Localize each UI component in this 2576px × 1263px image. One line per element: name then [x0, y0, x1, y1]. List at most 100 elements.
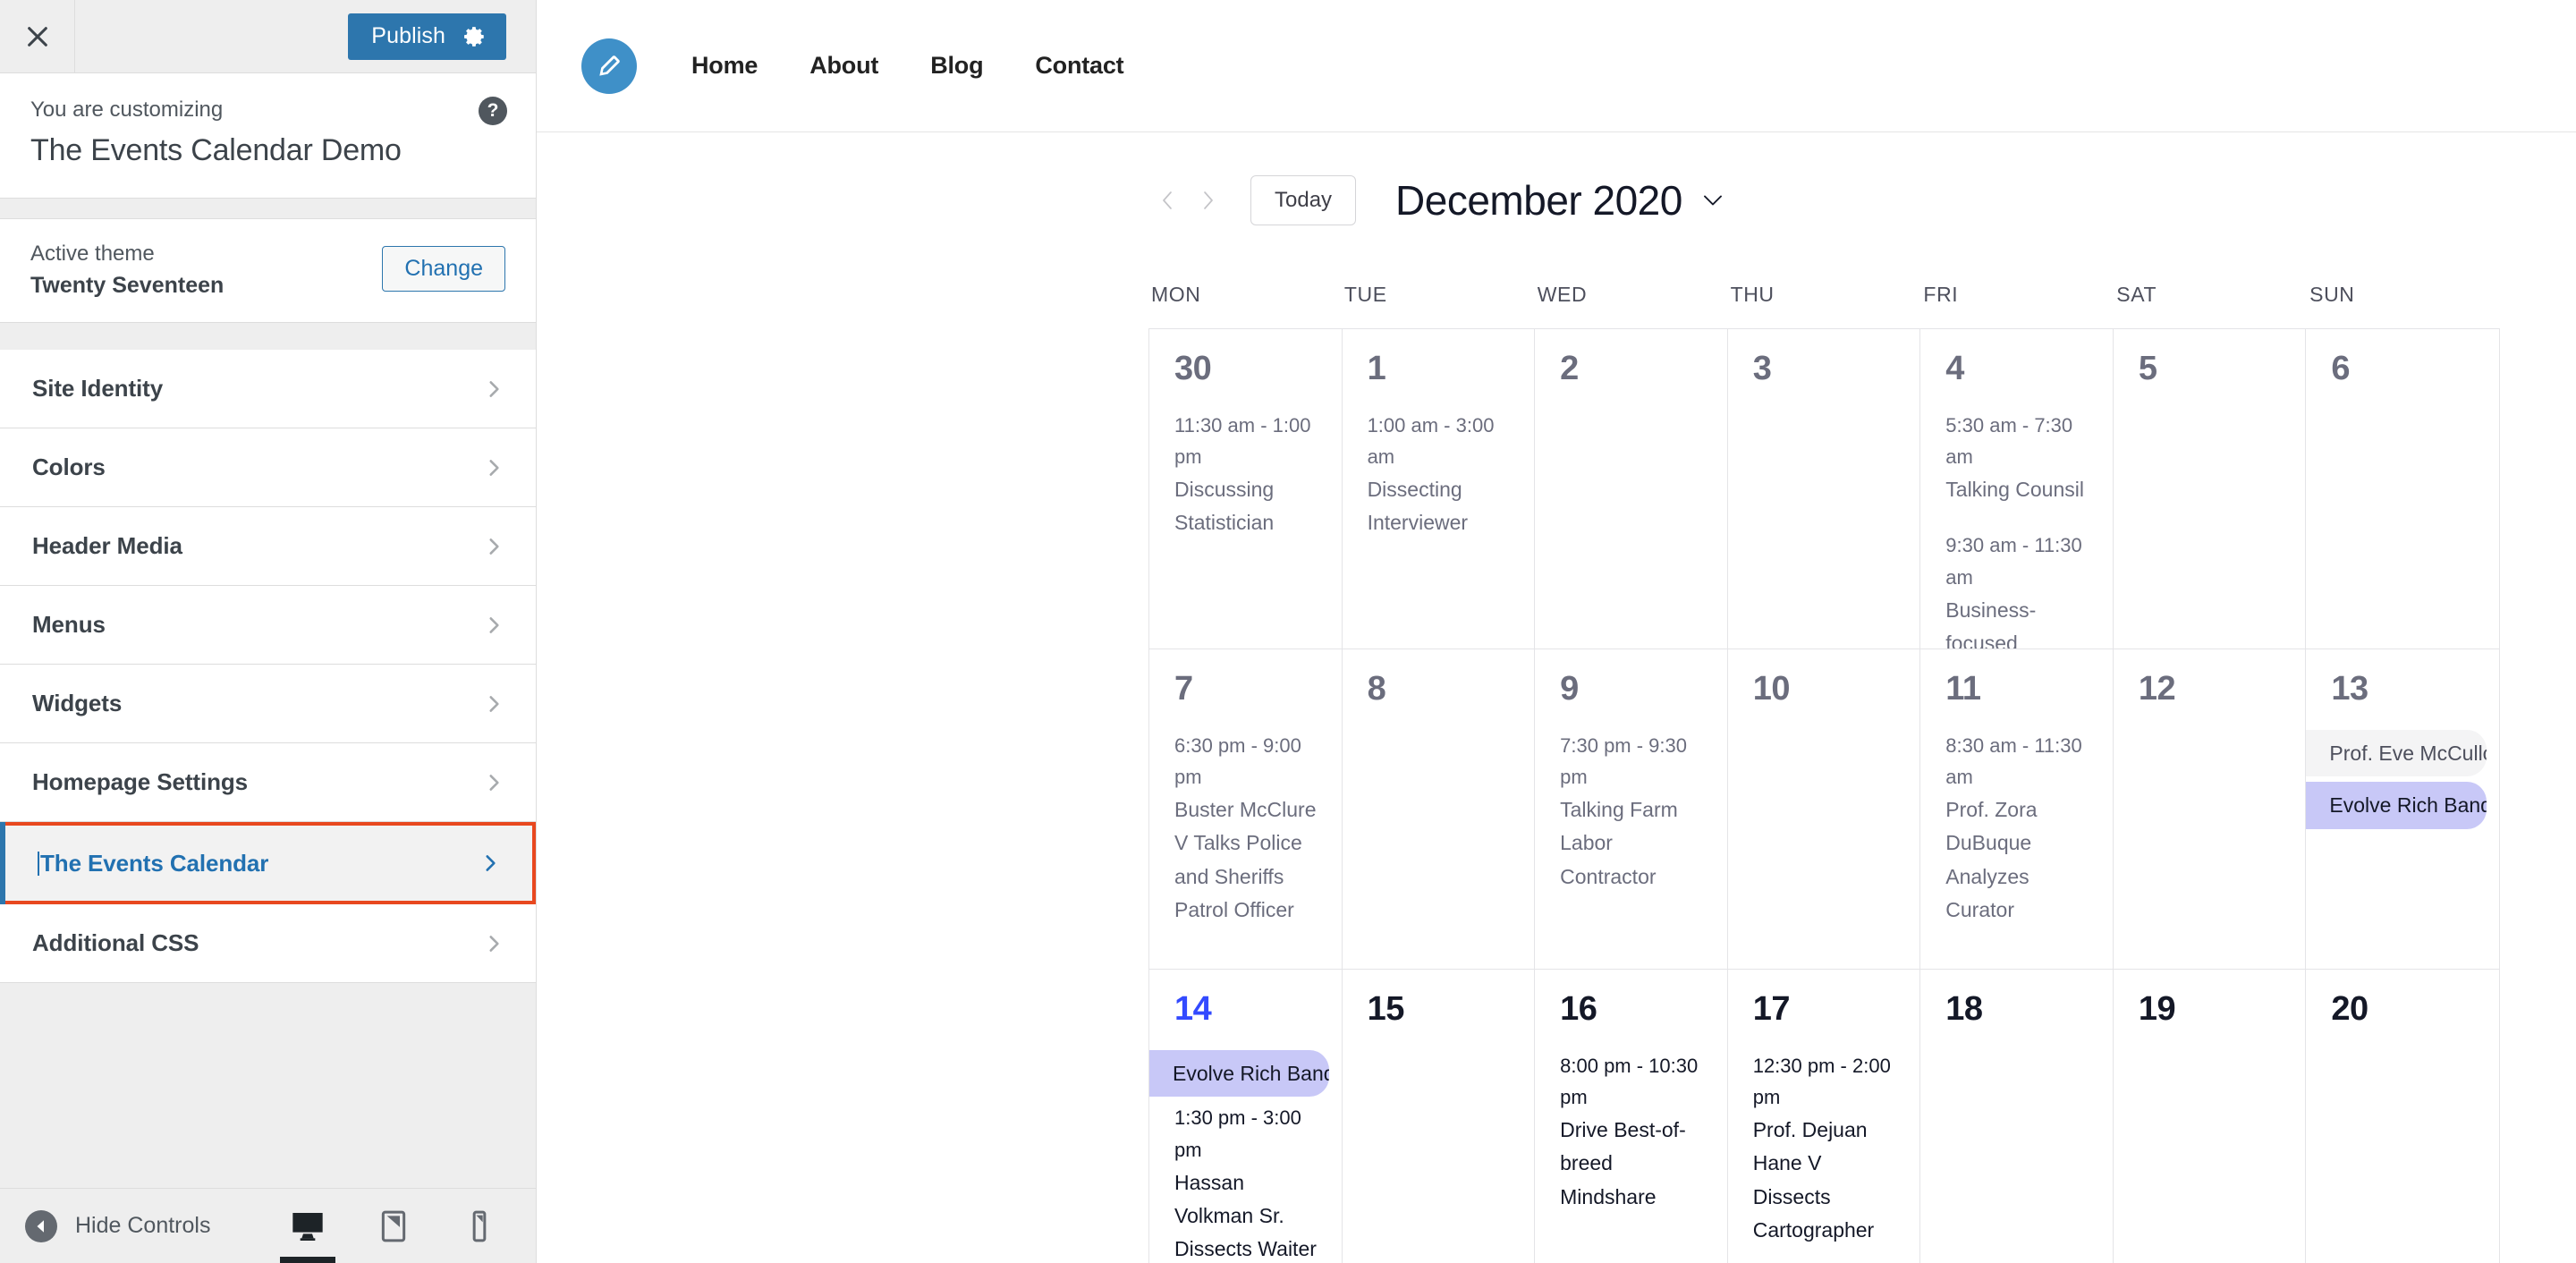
sidebar-item-label: Colors: [32, 453, 106, 481]
calendar-event[interactable]: 1:30 pm - 3:00 pm Hassan Volkman Sr. Diss…: [1149, 1102, 1342, 1263]
event-time: 12:30 pm - 2:00 pm: [1752, 1054, 1891, 1109]
calendar-day-number: 4: [1945, 350, 1964, 387]
chevron-right-icon[interactable]: [1188, 185, 1227, 216]
sidebar-item-site-identity[interactable]: Site Identity: [0, 350, 536, 429]
active-theme-label: Active theme: [30, 242, 155, 267]
nav-link-blog[interactable]: Blog: [904, 52, 1009, 80]
calendar-day-number: 11: [1945, 670, 1981, 708]
calendar-day-cell[interactable]: 15: [1343, 970, 1536, 1263]
event-time: 8:00 pm - 10:30 pm: [1560, 1054, 1699, 1109]
calendar-day-cell[interactable]: 1 1:00 am - 3:00 am Dissecting Interviewer: [1343, 329, 1536, 648]
close-icon[interactable]: [0, 0, 75, 72]
calendar-day-cell[interactable]: 2: [1535, 329, 1728, 648]
desktop-icon[interactable]: [280, 1206, 335, 1263]
calendar-day-cell[interactable]: 8: [1343, 649, 1536, 969]
event-title: Business-focused zeroadministration port…: [1945, 598, 2037, 648]
site-header: Home About Blog Contact: [537, 0, 2576, 132]
gear-icon[interactable]: [463, 25, 506, 48]
multiday-event-chip[interactable]: Prof. Eve McCullou…: [2306, 729, 2487, 777]
chevron-right-icon: [482, 377, 505, 401]
calendar-event[interactable]: 7:30 pm - 9:30 pm Talking Farm Labor Cont…: [1535, 730, 1727, 894]
calendar-day-number: 9: [1560, 670, 1579, 708]
event-time: 1:30 pm - 3:00 pm: [1174, 1106, 1301, 1161]
help-icon[interactable]: ?: [479, 97, 507, 125]
calendar-event[interactable]: 1:00 am - 3:00 am Dissecting Interviewer: [1343, 410, 1535, 540]
calendar-day-cell[interactable]: 5: [2114, 329, 2307, 648]
calendar-day-cell[interactable]: 20: [2306, 970, 2499, 1263]
chevron-left-icon[interactable]: [1148, 185, 1188, 216]
sidebar-item-the-events-calendar[interactable]: The Events Calendar: [0, 822, 536, 905]
tablet-icon[interactable]: [373, 1206, 414, 1247]
calendar-day-events: 5:30 am - 7:30 am Talking Counsil 9:30 am …: [1920, 410, 2113, 648]
multiday-event-chip[interactable]: Evolve Rich Bandw…: [2306, 782, 2487, 829]
sidebar-filler: [0, 983, 536, 1188]
chevron-down-icon[interactable]: [1700, 192, 1725, 208]
calendar-day-cell[interactable]: 17 12:30 pm - 2:00 pm Prof. Dejuan Hane V …: [1728, 970, 1921, 1263]
calendar-day-cell[interactable]: 13 Prof. Eve McCullou… Evolve Rich Bandw…: [2306, 649, 2499, 969]
sidebar-item-label: Header Media: [32, 532, 182, 560]
change-theme-button[interactable]: Change: [382, 246, 505, 292]
sidebar-item-widgets[interactable]: Widgets: [0, 665, 536, 744]
calendar-day-cell[interactable]: 12: [2114, 649, 2307, 969]
nav-link-home[interactable]: Home: [665, 52, 784, 80]
calendar-day-cell[interactable]: 16 8:00 pm - 10:30 pm Drive Best-of-breed …: [1535, 970, 1728, 1263]
calendar-day-events: 1:00 am - 3:00 am Dissecting Interviewer: [1343, 410, 1535, 540]
calendar-event[interactable]: 8:30 am - 11:30 am Prof. Zora DuBuque Ana…: [1920, 730, 2113, 927]
calendar-day-number: 7: [1174, 670, 1193, 708]
calendar-day-cell[interactable]: 11 8:30 am - 11:30 am Prof. Zora DuBuque A…: [1920, 649, 2114, 969]
sidebar-item-colors[interactable]: Colors: [0, 428, 536, 508]
sidebar-item-label: Additional CSS: [32, 929, 199, 957]
customizing-info: You are customizing The Events Calendar …: [0, 73, 536, 199]
device-preview-group: [280, 1206, 500, 1263]
calendar-day-number: 2: [1560, 350, 1579, 387]
hide-controls-button[interactable]: Hide Controls: [25, 1209, 210, 1242]
calendar-week-row: 14 Evolve Rich Bandw… 1:30 pm - 3:00 pm Has…: [1149, 970, 2499, 1263]
nav-link-about[interactable]: About: [784, 52, 904, 80]
calendar-day-cell[interactable]: 7 6:30 pm - 9:00 pm Buster McClure V Talks…: [1149, 649, 1343, 969]
calendar-month-title: December 2020: [1395, 177, 1682, 224]
event-time: 7:30 pm - 9:30 pm: [1560, 733, 1688, 789]
chevron-right-icon: [482, 535, 505, 558]
customizing-eyebrow: You are customizing: [30, 97, 224, 122]
publish-button[interactable]: Publish: [348, 13, 506, 60]
calendar-day-events: Evolve Rich Bandw… 1:30 pm - 3:00 pm Hassa…: [1149, 1049, 1342, 1263]
calendar-day-cell[interactable]: 30 11:30 am - 1:00 pm Discussing Statistic…: [1149, 329, 1343, 648]
sidebar-gap-panels: [0, 323, 536, 351]
today-button[interactable]: Today: [1250, 175, 1357, 225]
calendar-day-events: 8:30 am - 11:30 am Prof. Zora DuBuque Ana…: [1920, 730, 2113, 927]
multiday-event-chip[interactable]: Evolve Rich Bandw…: [1149, 1049, 1329, 1098]
calendar-day-cell[interactable]: 18: [1920, 970, 2114, 1263]
calendar-week-row: 7 6:30 pm - 9:00 pm Buster McClure V Talks…: [1149, 649, 2499, 970]
nav-link-contact[interactable]: Contact: [1009, 52, 1149, 80]
calendar-day-cell[interactable]: 3: [1728, 329, 1921, 648]
calendar-day-cell[interactable]: 4 5:30 am - 7:30 am Talking Counsil 9:30 am…: [1920, 329, 2114, 648]
sidebar-item-menus[interactable]: Menus: [0, 586, 536, 665]
calendar-day-cell[interactable]: 19: [2114, 970, 2307, 1263]
calendar-month-title-group[interactable]: December 2020: [1395, 176, 1725, 225]
calendar-day-cell[interactable]: 14 Evolve Rich Bandw… 1:30 pm - 3:00 pm Has…: [1149, 970, 1343, 1263]
site-title: The Events Calendar Demo: [30, 132, 402, 167]
weekday-sun: SUN: [2309, 283, 2355, 306]
calendar-day-cell[interactable]: 10: [1728, 649, 1921, 969]
sidebar-item-header-media[interactable]: Header Media: [0, 507, 536, 587]
calendar-event[interactable]: 11:30 am - 1:00 pm Discussing Statisticia…: [1149, 410, 1342, 540]
pencil-icon[interactable]: [581, 38, 637, 94]
weekday-wed: WED: [1537, 283, 1588, 306]
mobile-icon[interactable]: [459, 1206, 500, 1247]
weekday-thu: THU: [1730, 283, 1775, 306]
customizer-topbar: Publish: [0, 0, 536, 73]
chevron-right-icon: [482, 692, 505, 716]
weekday-sat: SAT: [2116, 283, 2157, 306]
calendar-event[interactable]: 6:30 pm - 9:00 pm Buster McClure V Talks …: [1149, 730, 1342, 927]
publish-group: Publish: [348, 0, 536, 72]
calendar-day-number: 15: [1367, 990, 1405, 1028]
calendar-day-cell[interactable]: 6: [2306, 329, 2499, 648]
sidebar-item-homepage-settings[interactable]: Homepage Settings: [0, 743, 536, 823]
calendar-event[interactable]: 5:30 am - 7:30 am Talking Counsil: [1920, 410, 2113, 507]
site-nav: Home About Blog Contact: [665, 52, 1149, 80]
sidebar-item-additional-css[interactable]: Additional CSS: [0, 904, 536, 984]
calendar-event[interactable]: 8:00 pm - 10:30 pm Drive Best-of-breed Mi…: [1535, 1050, 1727, 1214]
calendar-event[interactable]: 9:30 am - 11:30 am Business-focused zeroa…: [1920, 530, 2113, 648]
calendar-day-cell[interactable]: 9 7:30 pm - 9:30 pm Talking Farm Labor Con…: [1535, 649, 1728, 969]
calendar-event[interactable]: 12:30 pm - 2:00 pm Prof. Dejuan Hane V Di…: [1728, 1050, 1920, 1247]
